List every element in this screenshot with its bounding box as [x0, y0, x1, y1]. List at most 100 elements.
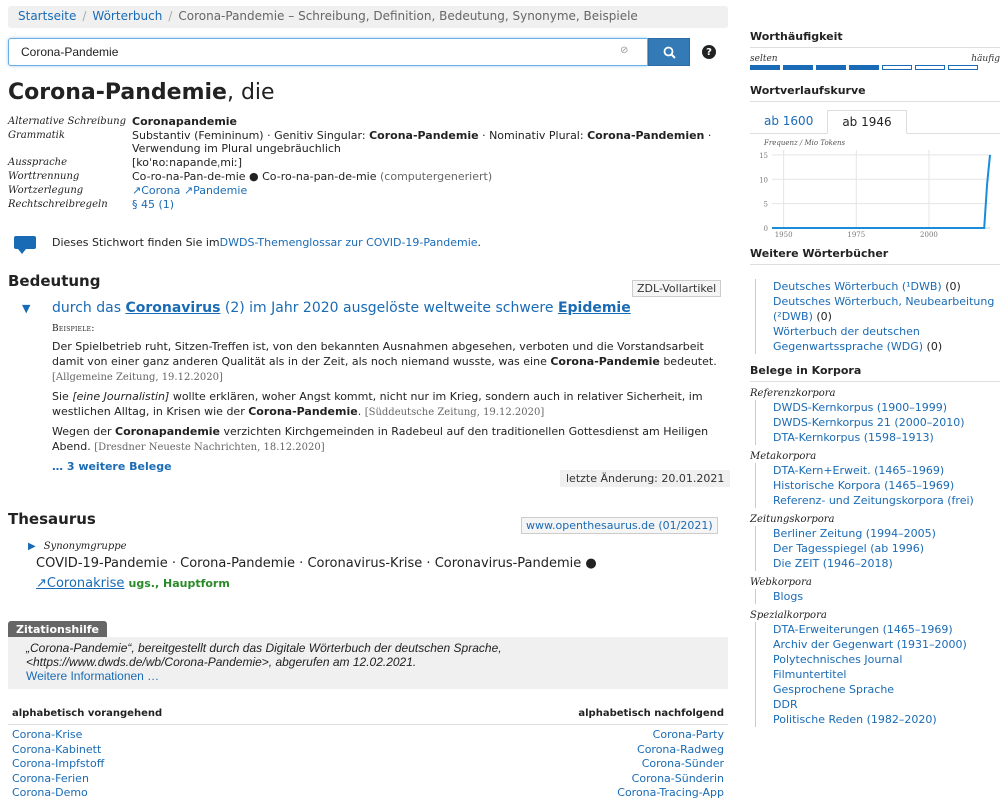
list-item[interactable]: Corona-Demo: [12, 786, 104, 798]
weitere-list: Deutsches Wörterbuch (¹DWB) (0) Deutsche…: [750, 279, 1000, 354]
list-item[interactable]: DWDS-Kernkorpus 21 (2000–2010): [755, 415, 1000, 430]
citation-line: <https://www.dwds.de/wb/Corona-Pandemie>…: [26, 655, 417, 669]
list-item[interactable]: Corona-Sünderin: [617, 772, 724, 787]
list-item[interactable]: Blogs: [755, 589, 1000, 604]
link-corona[interactable]: ↗Corona: [132, 184, 180, 197]
pronunciation-row: Aussprache [koˈʀoːnapandeˌmiː]: [8, 156, 728, 169]
row-value: Substantiv (Femininum) · Genitiv Singula…: [132, 129, 728, 155]
row-value: § 45 (1): [132, 198, 728, 211]
list-item[interactable]: Referenz- und Zeitungskorpora (frei): [755, 493, 1000, 508]
plural-value: Corona-Pandemien: [587, 129, 705, 142]
ref-list: DWDS-Kernkorpus (1900–1999) DWDS-Kernkor…: [750, 400, 1000, 445]
openthesaurus-link[interactable]: www.openthesaurus.de (01/2021): [521, 517, 718, 534]
after-header: alphabetisch nachfolgend: [578, 708, 724, 719]
link-pandemie[interactable]: ↗Pandemie: [184, 184, 247, 197]
search-button[interactable]: [648, 38, 690, 66]
ref-label: Referenzkorpora: [750, 388, 836, 399]
list-item[interactable]: DTA-Kernkorpus (1598–1913): [755, 430, 1000, 445]
list-item[interactable]: Politische Reden (1982–2020): [755, 712, 1000, 727]
frequency-bar: [915, 65, 945, 70]
breadcrumb-home[interactable]: Startseite: [18, 9, 76, 23]
list-item[interactable]: Die ZEIT (1946–2018): [755, 556, 1000, 571]
grammar-text: · Nominativ Plural:: [478, 129, 588, 142]
meta-label: Metakorpora: [750, 451, 817, 462]
examples-label: Beispiele:: [52, 324, 95, 334]
verlauf-tabs: ab 1600 ab 1946: [750, 110, 1000, 134]
synonym-group: ▶ Synonymgruppe COVID-19-Pandemie · Coron…: [28, 541, 726, 594]
search-icon: [663, 46, 676, 59]
list-item[interactable]: Polytechnisches Journal: [755, 652, 1000, 667]
synonym-list: COVID-19-Pandemie · Corona-Pandemie · Co…: [36, 554, 726, 594]
tab-ab-1946[interactable]: ab 1946: [827, 110, 907, 134]
list-item[interactable]: Corona-Party: [617, 728, 724, 743]
hyphenation-value: Co-ro-na-Pan-de-mie ● Co-ro-na-pan-de-mi…: [132, 170, 377, 183]
chevron-right-icon[interactable]: ▶: [28, 541, 36, 552]
list-item[interactable]: Corona-Krise: [12, 728, 104, 743]
row-value: ↗Corona ↗Pandemie: [132, 184, 728, 197]
list-item[interactable]: DTA-Kern+Erweit. (1465–1969): [755, 463, 1000, 478]
list-item[interactable]: Corona-Impfstoff: [12, 757, 104, 772]
example-text: Wegen der: [52, 425, 115, 438]
row-label: Wortzerlegung: [8, 185, 84, 196]
list-item[interactable]: Corona-Ferien: [12, 772, 104, 787]
list-item[interactable]: Filmuntertitel: [755, 667, 1000, 682]
web-label: Webkorpora: [750, 577, 812, 588]
sense-line[interactable]: ▼ durch das Coronavirus (2) im Jahr 2020…: [22, 300, 732, 316]
before-list: Corona-Krise Corona-Kabinett Corona-Impf…: [12, 728, 104, 798]
link-epidemie[interactable]: Epidemie: [558, 300, 631, 316]
tab-ab-1600[interactable]: ab 1600: [750, 110, 827, 133]
list-item[interactable]: Corona-Radweg: [617, 743, 724, 758]
frequency-bar: [882, 65, 912, 70]
list-item[interactable]: Deutsches Wörterbuch (¹DWB) (0): [755, 279, 1000, 294]
link-coronakrise[interactable]: ↗Coronakrise: [36, 576, 124, 591]
alpha-headers: alphabetisch vorangehend alphabetisch nac…: [8, 706, 728, 725]
list-item[interactable]: Deutsches Wörterbuch, Neubearbeitung (²D…: [755, 294, 1000, 324]
list-item[interactable]: DTA-Erweiterungen (1465–1969): [755, 622, 1000, 637]
help-button[interactable]: ?: [690, 38, 728, 66]
chart-xtick-label: 1950: [775, 231, 793, 238]
list-item[interactable]: Corona-Kabinett: [12, 743, 104, 758]
grammar-table: Alternative Schreibung Coronapandemie Gra…: [8, 115, 728, 212]
synonym-group-label[interactable]: ▶ Synonymgruppe: [28, 541, 726, 552]
search-input[interactable]: [8, 38, 648, 66]
list-item[interactable]: Der Tagesspiegel (ab 1996): [755, 541, 1000, 556]
more-info-link[interactable]: Weitere Informationen …: [26, 669, 159, 683]
list-item[interactable]: Archiv der Gegenwart (1931–2000): [755, 637, 1000, 652]
link-coronavirus[interactable]: Coronavirus: [125, 300, 220, 316]
glossar-link[interactable]: DWDS-Themenglossar zur COVID-19-Pandemie: [220, 236, 478, 249]
clear-icon[interactable]: ⊘: [620, 45, 628, 56]
lemma: Corona-Pandemie: [8, 80, 227, 105]
list-item[interactable]: Corona-Tracing-App: [617, 786, 724, 798]
frequency-bar: [948, 65, 978, 70]
chart-xtick-label: 1975: [847, 231, 865, 238]
alt-spelling-value: Coronapandemie: [132, 115, 238, 128]
more-examples-link[interactable]: … 3 weitere Belege: [52, 460, 172, 473]
spelling-rules-row: Rechtschreibregeln § 45 (1): [8, 198, 728, 211]
list-item[interactable]: Gesprochene Sprache: [755, 682, 1000, 697]
grammar-text: Substantiv (Femininum) · Genitiv Singula…: [132, 129, 370, 142]
example-highlight: Corona-Pandemie: [550, 355, 660, 368]
breadcrumb-dictionary[interactable]: Wörterbuch: [92, 9, 162, 23]
list-item[interactable]: Berliner Zeitung (1994–2005): [755, 526, 1000, 541]
row-value: Coronapandemie: [132, 115, 728, 128]
examples: Beispiele: Der Spielbetrieb ruht, Sitzen…: [52, 322, 732, 474]
meta-list: DTA-Kern+Erweit. (1465–1969) Historische…: [750, 463, 1000, 508]
frequency-chart: Frequenz / Mio Tokens 15 10 5 0 1950 1975 2000: [759, 139, 991, 239]
decomposition-row: Wortzerlegung ↗Corona ↗Pandemie: [8, 184, 728, 197]
genitive-value: Corona-Pandemie: [369, 129, 479, 142]
list-item[interactable]: Wörterbuch der deutschen Gegenwartssprac…: [755, 324, 1000, 354]
chevron-down-icon[interactable]: ▼: [22, 302, 40, 315]
speech-bubble-icon: [14, 236, 36, 254]
sense-block: ▼ durch das Coronavirus (2) im Jahr 2020…: [22, 300, 732, 474]
dict-count: (0): [923, 340, 943, 353]
row-label: Rechtschreibregeln: [8, 199, 108, 210]
list-item[interactable]: DWDS-Kernkorpus (1900–1999): [755, 400, 1000, 415]
list-item[interactable]: DDR: [755, 697, 1000, 712]
row-value: Co-ro-na-Pan-de-mie ● Co-ro-na-pan-de-mi…: [132, 170, 728, 183]
example-text: .: [357, 405, 365, 418]
list-item[interactable]: Corona-Sünder: [617, 757, 724, 772]
link-rule[interactable]: § 45 (1): [132, 198, 174, 211]
list-item[interactable]: Historische Korpora (1465–1969): [755, 478, 1000, 493]
dict-name: Deutsches Wörterbuch (¹DWB): [773, 280, 942, 293]
example-2: Sie [eine Journalistin] wollte erklären,…: [52, 389, 732, 420]
